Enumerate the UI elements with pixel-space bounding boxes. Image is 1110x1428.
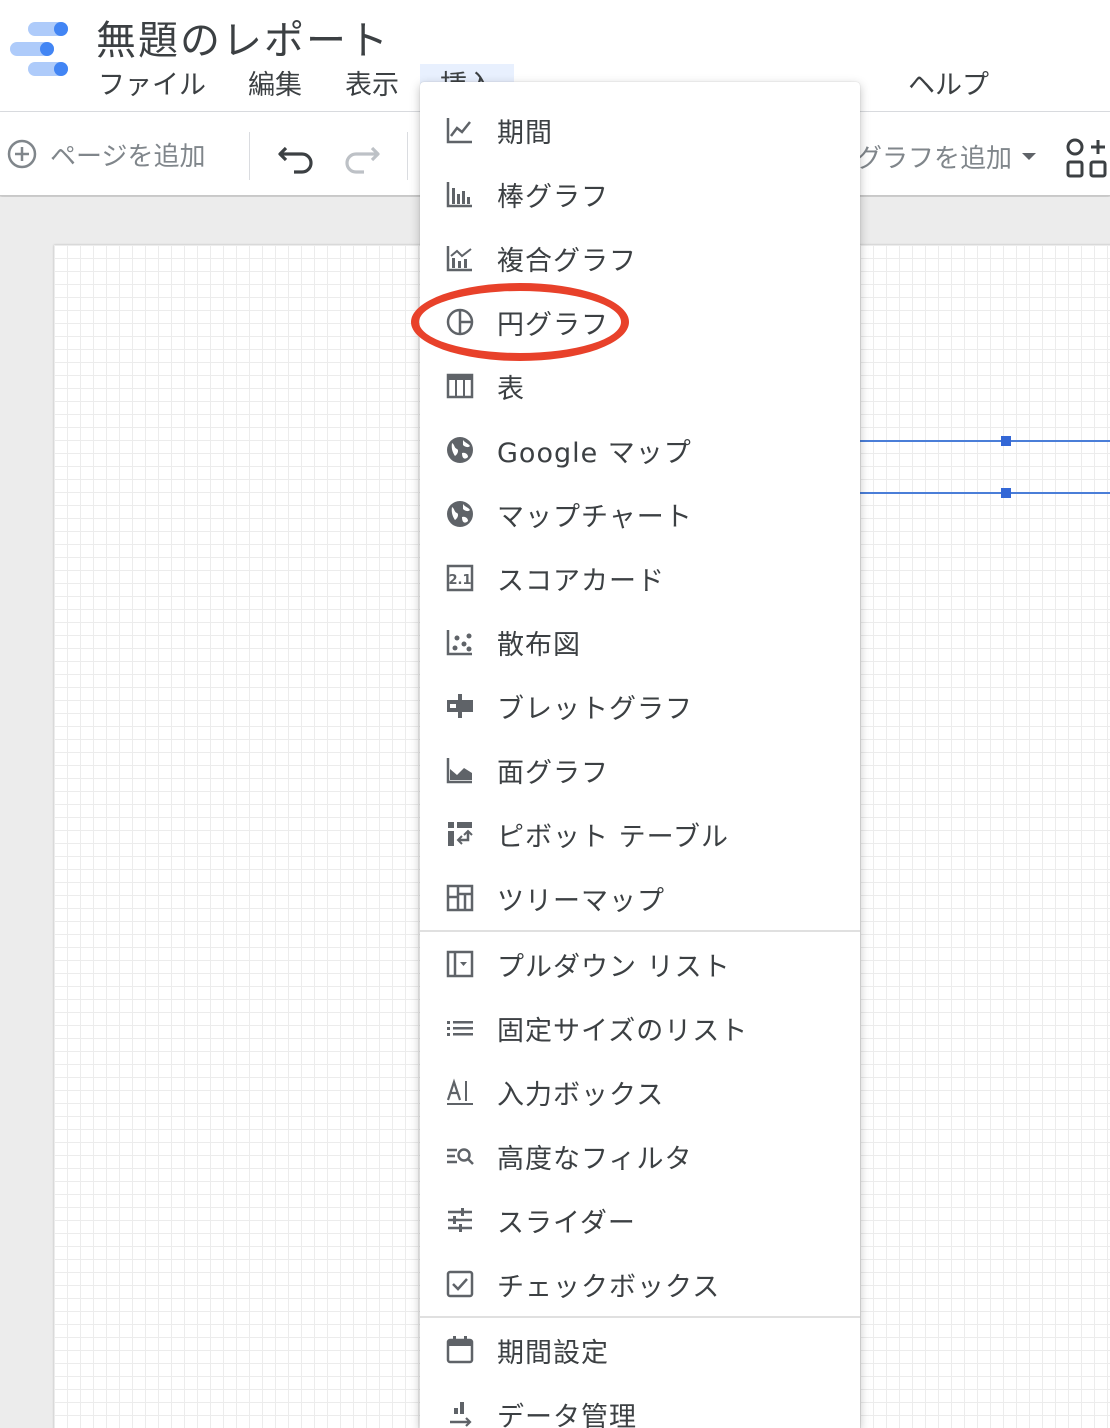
menu-item-label: スコアカード [497, 565, 665, 597]
menu-item-label: 入力ボックス [497, 1079, 665, 1111]
checkbox-icon [444, 1268, 476, 1300]
menu-item-google-maps[interactable]: Google マップ [420, 418, 860, 482]
data-control-icon [444, 1398, 476, 1428]
menu-item-slider[interactable]: スライダー [420, 1188, 860, 1252]
menu-item-label: 面グラフ [497, 757, 609, 789]
combo-chart-icon [444, 242, 476, 274]
resize-handle[interactable] [1001, 436, 1011, 446]
menu-item-advanced-filter[interactable]: 高度なフィルタ [420, 1124, 860, 1188]
menu-help[interactable]: ヘルプ [888, 64, 1009, 108]
add-chart-label: グラフを追加 [856, 143, 1013, 174]
pivot-table-icon [444, 818, 476, 850]
menu-item-label: 固定サイズのリスト [497, 1015, 749, 1047]
menu-view[interactable]: 表示 [325, 64, 419, 108]
calendar-icon [444, 1334, 476, 1366]
add-page-button[interactable]: ページを追加 [6, 134, 205, 174]
menu-item-bar-chart[interactable]: 棒グラフ [420, 162, 860, 226]
menu-item-label: ツリーマップ [497, 885, 665, 917]
selection-guide-line [858, 440, 1110, 442]
menu-item-label: スライダー [497, 1207, 636, 1239]
menu-item-map-chart[interactable]: マップチャート [420, 482, 860, 546]
menu-item-input-box[interactable]: 入力ボックス [420, 1060, 860, 1124]
menu-item-date-range[interactable]: 期間設定 [420, 1318, 860, 1382]
menu-item-label: 散布図 [497, 629, 581, 661]
treemap-icon [444, 882, 476, 914]
redo-icon[interactable] [340, 134, 382, 176]
menu-item-label: 期間 [497, 117, 553, 149]
globe-icon [444, 498, 476, 530]
bullet-chart-icon [444, 690, 476, 722]
selection-guide-line [858, 492, 1110, 494]
undo-icon[interactable] [276, 134, 318, 176]
menu-item-scorecard[interactable]: 2.1 スコアカード [420, 546, 860, 610]
globe-icon [444, 434, 476, 466]
menu-item-checkbox[interactable]: チェックボックス [420, 1252, 860, 1316]
menu-item-data-control[interactable]: データ管理 [420, 1382, 860, 1428]
svg-text:2.1: 2.1 [448, 573, 471, 588]
menu-item-label: 表 [497, 373, 525, 405]
add-chart-button[interactable]: グラフを追加 [856, 136, 1037, 176]
menu-item-dropdown-list[interactable]: プルダウン リスト [420, 932, 860, 996]
menu-item-timeseries[interactable]: 期間 [420, 98, 860, 162]
menu-item-label: プルダウン リスト [497, 951, 731, 983]
bar-chart-icon [444, 178, 476, 210]
menu-item-label: ブレットグラフ [497, 693, 693, 725]
timeseries-chart-icon [444, 114, 476, 146]
input-box-icon [444, 1076, 476, 1108]
menu-item-bullet-chart[interactable]: ブレットグラフ [420, 674, 860, 738]
resize-handle[interactable] [1001, 488, 1011, 498]
menu-item-pivot-table[interactable]: ピボット テーブル [420, 802, 860, 866]
scatter-chart-icon [444, 626, 476, 658]
menu-item-table[interactable]: 表 [420, 354, 860, 418]
plus-circle-icon [7, 139, 37, 169]
add-component-icon[interactable] [1064, 136, 1110, 182]
area-chart-icon [444, 754, 476, 786]
toolbar-divider [249, 132, 250, 180]
annotation-highlight-ellipse [411, 283, 629, 361]
menu-item-label: 複合グラフ [497, 245, 637, 277]
menu-edit[interactable]: 編集 [228, 64, 322, 108]
menu-item-label: 棒グラフ [497, 181, 609, 213]
menu-item-label: 期間設定 [497, 1337, 609, 1369]
menu-item-area-chart[interactable]: 面グラフ [420, 738, 860, 802]
caret-down-icon [1022, 152, 1037, 160]
menu-item-label: データ管理 [497, 1401, 637, 1428]
report-title[interactable]: 無題のレポート [96, 8, 390, 66]
menu-item-combo-chart[interactable]: 複合グラフ [420, 226, 860, 290]
menu-file[interactable]: ファイル [78, 64, 226, 108]
table-icon [444, 370, 476, 402]
list-icon [444, 1012, 476, 1044]
slider-icon [444, 1204, 476, 1236]
dropdown-list-icon [444, 948, 476, 980]
menu-item-label: マップチャート [497, 501, 693, 533]
menu-item-label: ピボット テーブル [497, 821, 729, 853]
menu-item-scatter-chart[interactable]: 散布図 [420, 610, 860, 674]
scorecard-icon: 2.1 [444, 562, 476, 594]
menu-item-fixed-list[interactable]: 固定サイズのリスト [420, 996, 860, 1060]
menu-item-label: チェックボックス [497, 1271, 721, 1303]
add-page-label: ページを追加 [50, 141, 206, 172]
menu-item-label: Google マップ [497, 437, 692, 469]
menu-item-treemap[interactable]: ツリーマップ [420, 866, 860, 930]
menu-item-label: 高度なフィルタ [497, 1143, 693, 1175]
advanced-filter-icon [444, 1140, 476, 1172]
toolbar-divider [407, 132, 408, 180]
